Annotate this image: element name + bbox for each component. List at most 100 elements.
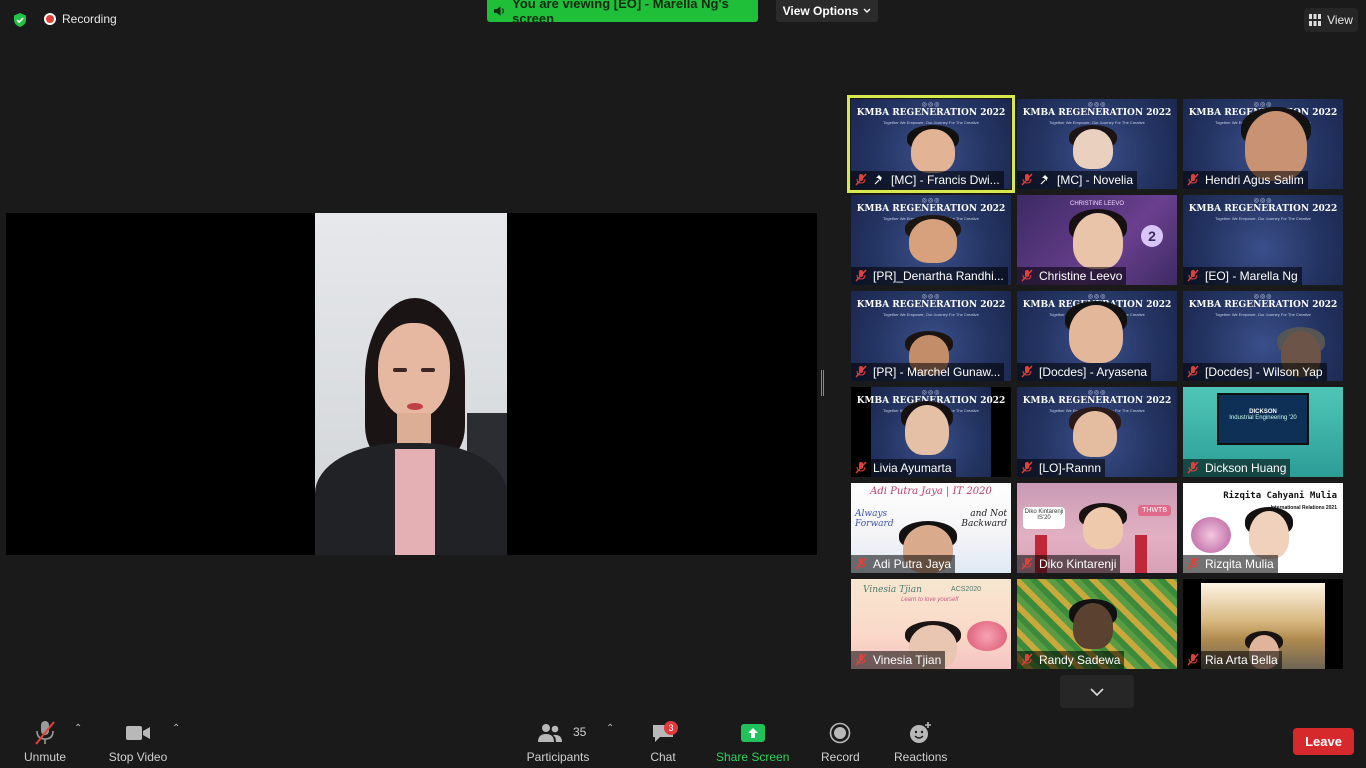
participant-name: [MC] - Francis Dwi... <box>891 173 1000 187</box>
participant-name: [EO] - Marella Ng <box>1205 269 1298 283</box>
participant-name: [Docdes] - Aryasena <box>1039 365 1148 379</box>
participant-tile[interactable]: Rizqita Cahyani Mulia International Relat… <box>1183 483 1343 573</box>
reactions-button[interactable]: Reactions <box>894 717 947 764</box>
participant-tile[interactable]: Ria Arta Bella <box>1183 579 1343 669</box>
share-screen-label: Share Screen <box>716 750 790 764</box>
unmute-button[interactable]: Unmute <box>24 717 66 764</box>
video-options-caret-icon[interactable]: ⌃ <box>172 723 180 734</box>
participant-tile[interactable]: ◎◎◎KMBA REGENERATION 2022Together We Emp… <box>1183 195 1343 285</box>
meeting-controls-toolbar: Unmute ⌃ Stop Video ⌃ 35 Participants ⌃ … <box>0 713 1366 768</box>
shield-check-icon[interactable] <box>12 12 28 28</box>
participant-tile[interactable]: ◎◎◎KMBA REGENERATION 2022Together We Emp… <box>847 95 1015 193</box>
background-tag: THWTB <box>1138 505 1171 516</box>
speaker-video-feed <box>315 213 507 555</box>
viewing-screen-banner: You are viewing [EO] - Marella Ng's scre… <box>487 0 758 26</box>
participants-count: 35 <box>573 725 587 739</box>
mic-muted-icon <box>1187 653 1199 666</box>
background-subtitle: Together We Empower, Our Journey For The… <box>1215 312 1311 317</box>
flower-image <box>1191 517 1231 553</box>
participant-name-label: Adi Putra Jaya <box>851 555 956 573</box>
participant-tile[interactable]: ◎◎◎KMBA REGENERATION 2022Together We Emp… <box>1017 291 1177 381</box>
mic-muted-icon <box>855 461 867 474</box>
participant-face <box>911 129 955 173</box>
participants-icon <box>538 724 562 742</box>
mic-muted-icon <box>1187 269 1199 282</box>
participant-name: Ria Arta Bella <box>1205 653 1278 667</box>
view-options-label: View Options <box>782 4 859 18</box>
participant-tile[interactable]: ◎◎◎KMBA REGENERATION 2022Together We Emp… <box>851 291 1011 381</box>
participant-name-label: [MC] - Francis Dwi... <box>851 171 1004 189</box>
participant-tile[interactable]: Diko Kintarenji IS'20 THWTB Diko Kintarenj… <box>1017 483 1177 573</box>
share-screen-button[interactable]: Share Screen <box>716 717 789 764</box>
participant-tile[interactable]: ◎◎◎KMBA REGENERATION 2022Together We Emp… <box>1183 99 1343 189</box>
participant-tile[interactable]: ◎◎◎KMBA REGENERATION 2022Together We Emp… <box>1183 291 1343 381</box>
participant-tile[interactable]: Vinesia Tjian ACS2020 Learn to love yourse… <box>851 579 1011 669</box>
background-title: KMBA REGENERATION 2022 <box>1022 108 1172 118</box>
figure-right <box>1135 535 1147 573</box>
background-subtitle: Industrial Engineering '20 <box>1229 415 1297 421</box>
mic-muted-icon <box>1021 173 1033 186</box>
roses-image <box>967 621 1007 651</box>
speaker-volume-icon <box>493 6 504 16</box>
background-title: CHRISTINE LEEVO <box>1069 201 1124 207</box>
chevron-down-icon <box>1090 687 1104 696</box>
record-label: Record <box>821 750 860 764</box>
participant-name-label: [PR] - Marchel Gunaw... <box>851 363 1005 381</box>
view-options-button[interactable]: View Options <box>776 0 878 22</box>
active-speaker-video[interactable] <box>6 213 817 555</box>
leave-button[interactable]: Leave <box>1293 728 1354 755</box>
background-title: KMBA REGENERATION 2022 <box>1188 300 1338 310</box>
participant-tile[interactable]: ◎◎◎KMBA REGENERATION 2022Together We Emp… <box>1017 99 1177 189</box>
participant-tile[interactable]: Adi Putra Jaya | IT 2020 Always Forward an… <box>851 483 1011 573</box>
participant-name: Rizqita Mulia <box>1205 557 1274 571</box>
recording-indicator[interactable]: Recording <box>44 12 117 26</box>
chat-button[interactable]: 3 Chat <box>650 717 678 764</box>
mic-muted-icon <box>1021 653 1033 666</box>
background-logos: ◎◎◎ <box>921 390 941 396</box>
eye-left <box>393 368 407 372</box>
participant-name: Randy Sadewa <box>1039 653 1121 667</box>
participant-tile[interactable]: ◎◎◎KMBA REGENERATION 2022Together We Emp… <box>1017 387 1177 477</box>
participant-name: Diko Kintarenji <box>1039 557 1117 571</box>
chat-label: Chat <box>650 750 676 764</box>
recording-dot-icon <box>44 13 56 25</box>
participant-tile[interactable]: Randy Sadewa <box>1017 579 1177 669</box>
participant-tile[interactable]: DICKSON Industrial Engineering '20 Dickson… <box>1183 387 1343 477</box>
participant-tile[interactable]: ◎◎◎KMBA REGENERATION 2022Together We Emp… <box>851 195 1011 285</box>
unmute-label: Unmute <box>24 750 67 764</box>
gallery-next-page-button[interactable] <box>1060 675 1134 708</box>
participant-face <box>905 405 949 455</box>
reactions-label: Reactions <box>894 750 948 764</box>
background-subtitle: Together We Empower, Our Journey For The… <box>1215 216 1311 221</box>
audio-options-caret-icon[interactable]: ⌃ <box>74 723 82 734</box>
participant-name-label: Vinesia Tjian <box>851 651 946 669</box>
chat-unread-badge: 3 <box>664 721 678 735</box>
participant-name-label: [EO] - Marella Ng <box>1183 267 1302 285</box>
participant-name: [PR] - Marchel Gunaw... <box>873 365 1001 379</box>
participant-face <box>1249 511 1289 559</box>
participant-tile[interactable]: ◎◎◎KMBA REGENERATION 2022Together We Emp… <box>851 387 1011 477</box>
stop-video-label: Stop Video <box>108 750 168 764</box>
participants-options-caret-icon[interactable]: ⌃ <box>606 723 614 734</box>
participant-face <box>909 219 957 263</box>
participant-name-label: [MC] - Novelia <box>1017 171 1138 189</box>
record-button[interactable]: Record <box>821 717 860 764</box>
mic-muted-icon <box>1187 365 1199 378</box>
stop-video-button[interactable]: Stop Video <box>108 717 168 764</box>
background-title: KMBA REGENERATION 2022 <box>1188 204 1338 214</box>
panel-resize-handle[interactable] <box>821 370 824 396</box>
background-subtitle: Together We Empower, Our Journey For The… <box>883 312 979 317</box>
participant-name: Livia Ayumarta <box>873 461 952 475</box>
background-title: KMBA REGENERATION 2022 <box>1022 396 1172 406</box>
background-title: Adi Putra Jaya | IT 2020 <box>870 486 992 497</box>
zoom-meeting-window: Recording You are viewing [EO] - Marella… <box>0 0 1366 768</box>
participants-button[interactable]: 35 Participants <box>526 717 590 764</box>
participant-tile[interactable]: CHRISTINE LEEVO 2 Christine Leevo <box>1017 195 1177 285</box>
participant-name-label: Rizqita Mulia <box>1183 555 1278 573</box>
view-layout-button[interactable]: View <box>1304 8 1358 32</box>
participant-name: Adi Putra Jaya <box>873 557 952 571</box>
participant-name-label: Livia Ayumarta <box>851 459 956 477</box>
mic-muted-icon <box>1021 557 1033 570</box>
participant-face <box>1073 213 1123 269</box>
participant-name: [Docdes] - Wilson Yap <box>1205 365 1323 379</box>
